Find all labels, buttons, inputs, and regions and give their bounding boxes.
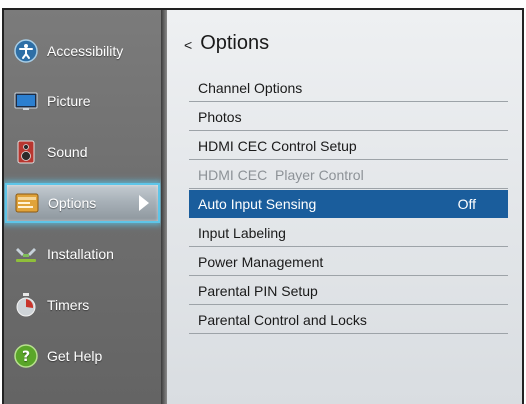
menu-item-channel-options[interactable]: Channel Options <box>189 74 508 102</box>
page-header: < Options <box>184 32 269 55</box>
accessibility-icon <box>14 39 38 63</box>
svg-text:?: ? <box>22 349 30 365</box>
sidebar-item-sound[interactable]: Sound <box>4 127 161 177</box>
sidebar-item-accessibility[interactable]: Accessibility <box>4 26 161 76</box>
menu-item-label: HDMI CEC Player Control <box>198 166 364 183</box>
menu-item-label: Power Management <box>198 253 324 270</box>
menu-item-hdmi-cec-player-control: HDMI CEC Player Control <box>189 161 508 189</box>
menu-item-label: Parental Control and Locks <box>198 311 367 328</box>
sidebar-item-get-help[interactable]: ? Get Help <box>4 331 161 381</box>
menu-item-label: Auto Input Sensing <box>198 195 317 212</box>
sidebar-item-installation[interactable]: Installation <box>4 229 161 279</box>
menu-item-parental-control-and-locks[interactable]: Parental Control and Locks <box>189 306 508 334</box>
sidebar-item-picture[interactable]: Picture <box>4 76 161 126</box>
sidebar-item-label: Sound <box>47 144 88 160</box>
sidebar: Accessibility Picture Sound Options Inst… <box>4 10 161 404</box>
menu-item-input-labeling[interactable]: Input Labeling <box>189 219 508 247</box>
menu-item-label: Parental PIN Setup <box>198 282 318 299</box>
sidebar-item-timers[interactable]: Timers <box>4 280 161 330</box>
options-panel: < Options Channel Options Photos HDMI CE… <box>167 10 522 404</box>
sound-icon <box>17 140 35 164</box>
menu-item-label: Channel Options <box>198 79 303 96</box>
menu-item-parental-pin-setup[interactable]: Parental PIN Setup <box>189 277 508 305</box>
menu-item-label: Photos <box>198 108 242 125</box>
sidebar-item-options[interactable]: Options <box>5 183 160 223</box>
menu-item-label: HDMI CEC Control Setup <box>198 137 357 154</box>
tv-menu-window: Accessibility Picture Sound Options Inst… <box>2 8 524 404</box>
timers-icon <box>16 293 36 317</box>
back-chevron-icon[interactable]: < <box>184 37 192 53</box>
sidebar-item-label: Picture <box>47 93 91 109</box>
installation-icon <box>16 248 36 262</box>
menu-item-label: Input Labeling <box>198 224 286 241</box>
menu-item-hdmi-cec-control-setup[interactable]: HDMI CEC Control Setup <box>189 132 508 160</box>
sidebar-item-label: Options <box>48 195 97 211</box>
chevron-right-icon <box>139 195 149 211</box>
help-icon: ? <box>14 344 38 368</box>
menu-item-power-management[interactable]: Power Management <box>189 248 508 276</box>
sidebar-item-label: Timers <box>47 297 90 313</box>
picture-icon <box>14 92 38 110</box>
menu-item-auto-input-sensing[interactable]: Auto Input Sensing Off <box>189 190 508 218</box>
page-title: Options <box>200 32 270 54</box>
menu-item-photos[interactable]: Photos <box>189 103 508 131</box>
sidebar-item-label: Accessibility <box>47 43 124 59</box>
sidebar-item-label: Get Help <box>47 348 103 364</box>
sidebar-item-label: Installation <box>47 246 114 262</box>
options-icon <box>15 193 39 213</box>
menu-item-value: Off <box>457 195 476 212</box>
